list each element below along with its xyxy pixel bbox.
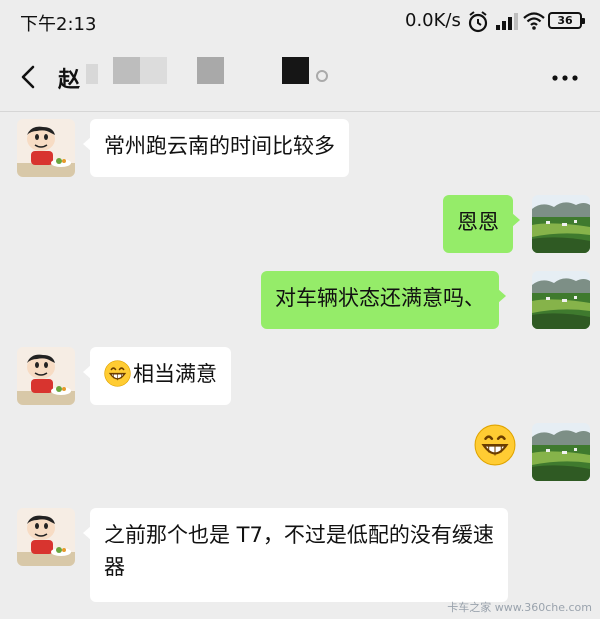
status-time: 下午2:13 [20,14,97,35]
message-bubble-received[interactable]: 之前那个也是 T7，不过是低配的没有缓速器 [83,508,508,602]
message-bubble-sent[interactable]: 对车辆状态还满意吗、 [261,271,506,329]
my-avatar[interactable] [532,195,590,253]
alarm-icon [468,11,488,33]
message-text: 恩恩 [457,210,499,234]
redacted-name-block [316,70,328,82]
contact-avatar[interactable] [17,508,75,566]
message-text: 对车辆状态还满意吗、 [275,286,485,310]
signal-icon [496,13,518,30]
wifi-icon [523,12,545,30]
redacted-name-block [86,64,98,84]
more-dots-icon[interactable] [551,74,579,82]
redacted-name-block [140,57,167,84]
message-text: 相当满意 [133,362,217,386]
message-bubble-received[interactable]: 常州跑云南的时间比较多 [83,119,349,177]
message-bubble-received[interactable]: 相当满意 [83,347,231,405]
header-divider [0,111,600,112]
redacted-name-block [113,57,140,84]
my-avatar[interactable] [532,423,590,481]
watermark: 卡车之家 www.360che.com [447,601,592,614]
chat-header: 赵 [0,44,600,112]
redacted-name-block [197,57,224,84]
contact-name: 赵 [58,68,81,93]
message-bubble-sent[interactable]: 恩恩 [443,195,520,253]
status-bar: 下午2:13 0.0K/s 36 [0,0,600,44]
contact-avatar[interactable] [17,347,75,405]
network-speed: 0.0K/s [405,10,461,31]
message-text: 之前那个也是 T7，不过是低配的没有缓速器 [104,523,494,579]
battery-icon: 36 [548,12,585,29]
contact-avatar[interactable] [17,119,75,177]
my-avatar[interactable] [532,271,590,329]
message-text: 常州跑云南的时间比较多 [104,134,335,158]
chevron-left-icon[interactable] [14,62,44,92]
grinning-face-icon [104,360,131,387]
grinning-face-icon[interactable] [474,424,516,466]
redacted-name-block [282,57,309,84]
